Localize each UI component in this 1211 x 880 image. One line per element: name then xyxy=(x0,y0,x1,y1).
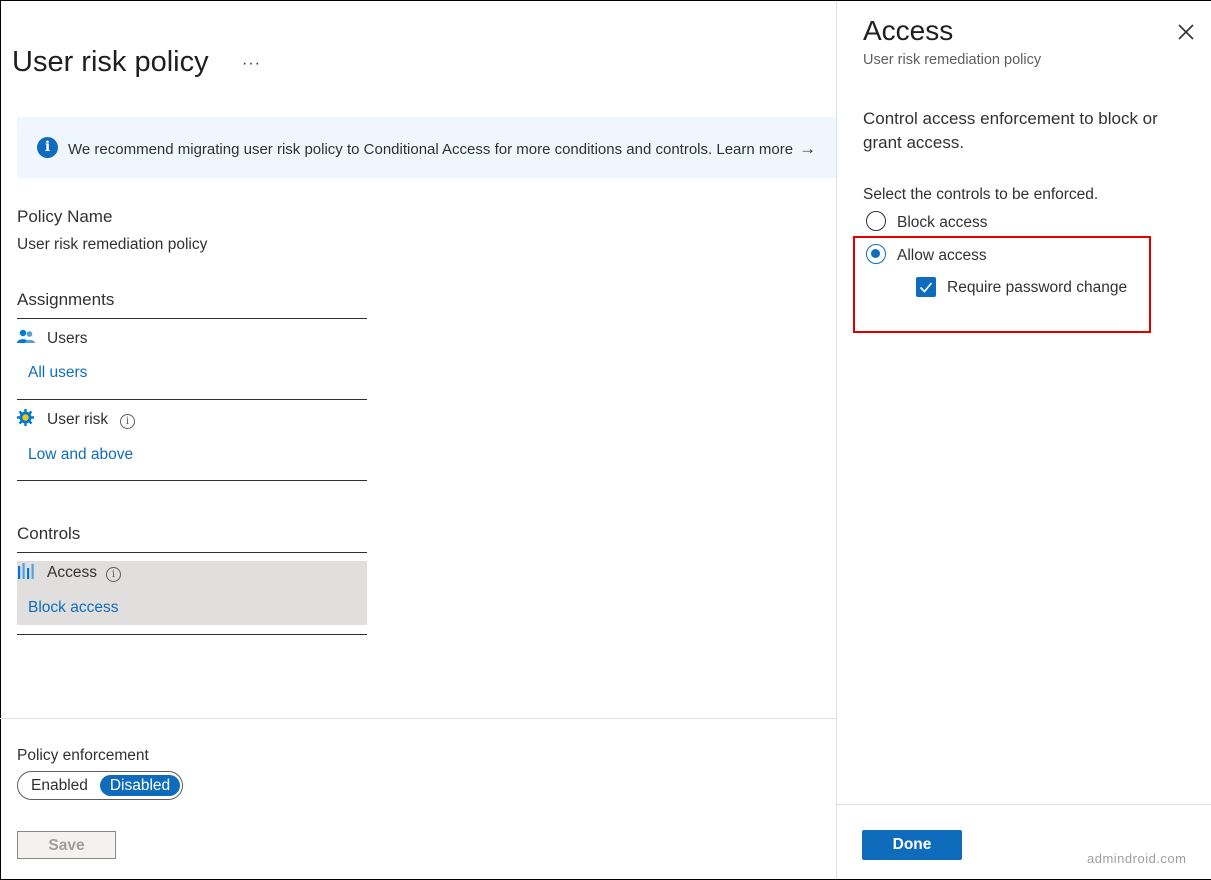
divider xyxy=(17,634,367,635)
divider xyxy=(17,399,367,400)
users-icon xyxy=(17,329,35,343)
divider xyxy=(17,480,367,481)
learn-more-label: Learn more xyxy=(716,141,794,158)
controls-prompt: Select the controls to be enforced. xyxy=(863,186,1099,203)
highlight-box xyxy=(853,236,1151,333)
arrow-right-icon: → xyxy=(799,139,817,158)
policy-name-value: User risk remediation policy xyxy=(17,236,208,253)
banner-text: We recommend migrating user risk policy … xyxy=(68,139,816,159)
watermark: admindroid.com xyxy=(1087,851,1187,866)
panel-description: Control access enforcement to block or g… xyxy=(863,109,1158,152)
users-label: Users xyxy=(47,330,88,347)
policy-enforcement-label: Policy enforcement xyxy=(17,747,149,764)
more-options-button[interactable]: ··· xyxy=(242,55,261,73)
divider xyxy=(17,552,367,553)
banner-message: We recommend migrating user risk policy … xyxy=(68,141,713,158)
toggle-enabled-option[interactable]: Enabled xyxy=(31,777,88,795)
access-label: Access xyxy=(47,564,97,581)
access-bars-icon xyxy=(18,563,34,579)
panel-title: Access xyxy=(863,15,954,46)
access-info-icon[interactable]: i xyxy=(106,567,121,582)
panel-footer-divider xyxy=(837,804,1211,805)
user-risk-link[interactable]: Low and above xyxy=(28,446,133,464)
page-title: User risk policy xyxy=(12,46,209,78)
access-panel: Access User risk remediation policy Cont… xyxy=(836,1,1211,879)
learn-more-link[interactable]: Learn more → xyxy=(716,139,817,158)
toggle-disabled-option[interactable]: Disabled xyxy=(100,775,180,796)
users-link[interactable]: All users xyxy=(28,364,87,382)
done-button[interactable]: Done xyxy=(862,830,962,860)
info-icon: i xyxy=(37,137,58,158)
footer-divider xyxy=(0,718,836,719)
controls-heading: Controls xyxy=(17,524,81,543)
divider xyxy=(17,318,367,319)
policy-name-label: Policy Name xyxy=(17,207,113,226)
panel-subtitle: User risk remediation policy xyxy=(863,52,1042,68)
save-button[interactable]: Save xyxy=(17,831,116,859)
block-access-label[interactable]: Block access xyxy=(897,214,987,232)
close-icon[interactable] xyxy=(1175,21,1197,43)
block-access-radio[interactable] xyxy=(866,211,886,231)
assignments-heading: Assignments xyxy=(17,290,115,309)
user-risk-info-icon[interactable]: i xyxy=(120,414,135,429)
policy-enforcement-toggle[interactable]: Enabled Disabled xyxy=(17,771,183,800)
user-risk-label: User risk xyxy=(47,411,109,428)
access-link[interactable]: Block access xyxy=(28,599,118,617)
info-banner: i We recommend migrating user risk polic… xyxy=(17,117,836,178)
gear-icon xyxy=(17,409,34,426)
